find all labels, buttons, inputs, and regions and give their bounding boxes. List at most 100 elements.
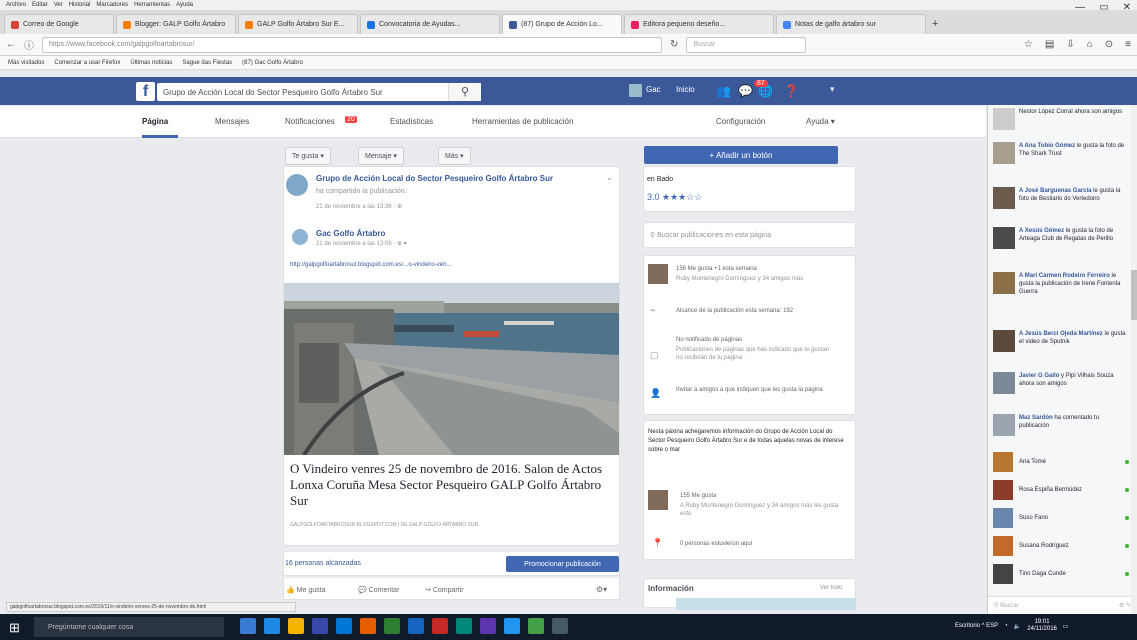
home-link[interactable]: Inicio	[676, 85, 695, 94]
tab-notificaciones[interactable]: Notificaciones	[285, 117, 335, 126]
browser-tab-1[interactable]: Blogger: GALP Golfo Ártabro	[116, 14, 236, 34]
bookmark-item-2[interactable]: Últimas noticias	[130, 60, 172, 66]
wifi-icon[interactable]: ◔	[1004, 623, 1008, 629]
user-name[interactable]: Gac	[646, 85, 661, 94]
settings-link[interactable]: Configuración	[716, 117, 765, 126]
inner-timestamp[interactable]: 21 de noviembre a las 13:08 · ⊕ ▾	[316, 240, 407, 247]
menu-item-4[interactable]: Marcadores	[96, 2, 128, 8]
mail-icon[interactable]	[336, 618, 352, 634]
link-title[interactable]: O Vindeiro venres 25 de novembro de 2016…	[290, 461, 615, 509]
tab-mensajes[interactable]: Mensajes	[215, 117, 249, 126]
bookmark-item-4[interactable]: (87) Gac Golfo Ártabro	[242, 60, 303, 66]
more-button[interactable]: Más ▾	[438, 147, 471, 165]
firefox-icon[interactable]	[360, 618, 376, 634]
contact-item[interactable]: Tino Daga Cunde	[993, 564, 1129, 584]
share-button[interactable]: ↪ Compartir	[425, 586, 464, 594]
maximize-button[interactable]: ▭	[1099, 2, 1108, 13]
invite-friends[interactable]: Invitar a amigos a que indiquen que les …	[676, 386, 836, 394]
info-see-all-link[interactable]: Ver todo	[820, 585, 842, 591]
menu-item-0[interactable]: Archivo	[6, 2, 26, 8]
home-icon[interactable]: ⌂	[1087, 39, 1093, 50]
message-button[interactable]: Mensaje ▾	[358, 147, 404, 165]
page-name-link[interactable]: Grupo de Acción Local do Sector Pesqueir…	[316, 174, 553, 183]
skype-icon[interactable]	[504, 618, 520, 634]
facebook-logo-icon[interactable]: f	[136, 82, 155, 101]
friend-requests-icon[interactable]: 👥	[716, 84, 731, 98]
taskbar-search-input[interactable]: Pregúntame cualquier cosa	[34, 617, 224, 637]
task-view-icon[interactable]	[240, 618, 256, 634]
ticker-item[interactable]: Javier G Gallo y Pipi Vilhais Souza ahor…	[993, 372, 1129, 394]
inner-author-link[interactable]: Gac Golfo Ártabro	[316, 228, 385, 239]
post-timestamp[interactable]: 21 de noviembre a las 13:36 · ⊕	[316, 203, 402, 210]
audience-selector-icon[interactable]: ⚙▾	[596, 585, 607, 594]
windows-start-icon[interactable]: ⊞	[9, 620, 20, 636]
clock[interactable]: 19:01 24/11/2016	[1027, 619, 1057, 633]
post-reach-line[interactable]: Alcance de la publicación esta semana: 1…	[676, 307, 848, 315]
volume-icon[interactable]: 🔈	[1014, 623, 1021, 630]
minimize-button[interactable]: —	[1075, 2, 1085, 13]
info-icon[interactable]: ⓘ	[24, 37, 34, 52]
reading-list-icon[interactable]: ▤	[1045, 39, 1054, 50]
ticker-item[interactable]: A Jesús Berci Ojeda Martínez le gusta el…	[993, 330, 1129, 352]
tray-text[interactable]: Escritorio ^ ESP	[955, 623, 998, 629]
download-icon[interactable]: ⇩	[1066, 39, 1074, 50]
help-link[interactable]: Ayuda ▾	[806, 117, 835, 126]
ticker-item[interactable]: Maz Sardón ha comentado tu publicación	[993, 414, 1129, 436]
scrollbar-thumb[interactable]	[1131, 270, 1137, 320]
visitors-count[interactable]: 0 personas estuvieron aquí	[680, 540, 752, 548]
browser-tab-2[interactable]: GALP Golfo Ártabro Sur E...	[238, 14, 358, 34]
menu-item-2[interactable]: Ver	[54, 2, 63, 8]
url-input[interactable]: https://www.facebook.com/galpgolfoartabr…	[42, 36, 662, 53]
contact-item[interactable]: Ana Tomé	[993, 452, 1129, 472]
post-link-text[interactable]: http://galpgolfoartabrosur.blogspot.com.…	[290, 262, 451, 268]
bookmark-item-3[interactable]: Sague das Fiestas	[182, 60, 232, 66]
settings-app-icon[interactable]	[552, 618, 568, 634]
add-button-cta[interactable]: + Añadir un botón	[644, 146, 838, 164]
promote-button[interactable]: Promocionar publicación	[506, 556, 619, 572]
close-button[interactable]: ✕	[1123, 2, 1131, 13]
post-options-icon[interactable]: ⌄	[606, 173, 613, 182]
reach-count[interactable]: 16 personas alcanzadas	[285, 560, 361, 567]
browser-search-input[interactable]: Buscar	[686, 36, 807, 53]
acrobat-icon[interactable]	[432, 618, 448, 634]
tab-estadisticas[interactable]: Estadísticas	[390, 117, 433, 126]
contact-item[interactable]: Suso Fano	[993, 508, 1129, 528]
action-center-icon[interactable]: ▭	[1063, 623, 1069, 630]
ticker-item[interactable]: A Xesús Gómez le gusta la foto de Arteag…	[993, 227, 1129, 249]
tab-herramientas[interactable]: Herramientas de publicación	[472, 117, 573, 126]
app-icon[interactable]	[480, 618, 496, 634]
rating-stars[interactable]: 3.0 ★★★☆☆	[647, 192, 702, 203]
ticker-item[interactable]: A Mari Carmen Rodeiro Ferreiro le gusta …	[993, 272, 1129, 296]
browser-tab-4[interactable]: (87) Grupo de Acción Lo...	[502, 14, 622, 34]
calc-icon[interactable]	[528, 618, 544, 634]
messages-icon[interactable]: 💬	[738, 84, 753, 98]
excel-icon[interactable]	[384, 618, 400, 634]
avatar[interactable]	[629, 84, 642, 97]
word-icon[interactable]	[408, 618, 424, 634]
browser-tab-0[interactable]: Correo de Google	[4, 14, 114, 34]
file-explorer-icon[interactable]	[288, 618, 304, 634]
browser-tab-3[interactable]: Convocatoria de Ayudas...	[360, 14, 500, 34]
page-search-input[interactable]: ⚲ Buscar publicaciones en esta página	[643, 222, 856, 248]
menu-item-3[interactable]: Historial	[69, 2, 91, 8]
photos-icon[interactable]	[456, 618, 472, 634]
about-likes[interactable]: 155 Me gusta	[680, 492, 716, 500]
contact-item[interactable]: Susana Rodríguez	[993, 536, 1129, 556]
chat-search-input[interactable]: ⚲ Buscar ⚙ ✎	[988, 596, 1137, 614]
like-button[interactable]: 👍 Me gusta	[286, 586, 325, 594]
info-map[interactable]	[676, 598, 856, 610]
menu-item-1[interactable]: Editar	[32, 2, 48, 8]
ticker-item[interactable]: A José Barguenas García le gusta la foto…	[993, 187, 1129, 209]
ticker-item[interactable]: A Ana Tobío Gómez le gusta la foto de Th…	[993, 142, 1129, 164]
like-page-button[interactable]: Te gusta ▾	[285, 147, 331, 165]
search-icon[interactable]: ⚲	[448, 83, 481, 101]
menu-icon[interactable]: ≡	[1125, 39, 1131, 50]
contact-item[interactable]: Rosa Espiña Bermúdez	[993, 480, 1129, 500]
bookmark-item-1[interactable]: Comenzar a usar Firefox	[54, 60, 120, 66]
tab-pagina[interactable]: Página	[142, 117, 168, 126]
reload-icon[interactable]: ↻	[670, 39, 678, 50]
unread-title[interactable]: No notificado de páginas	[676, 336, 848, 344]
likes-summary[interactable]: 156 Me gusta +1 esta semana	[676, 265, 848, 273]
chevron-down-icon[interactable]: ▾	[830, 84, 835, 95]
back-arrow-icon[interactable]: ←	[6, 39, 16, 50]
